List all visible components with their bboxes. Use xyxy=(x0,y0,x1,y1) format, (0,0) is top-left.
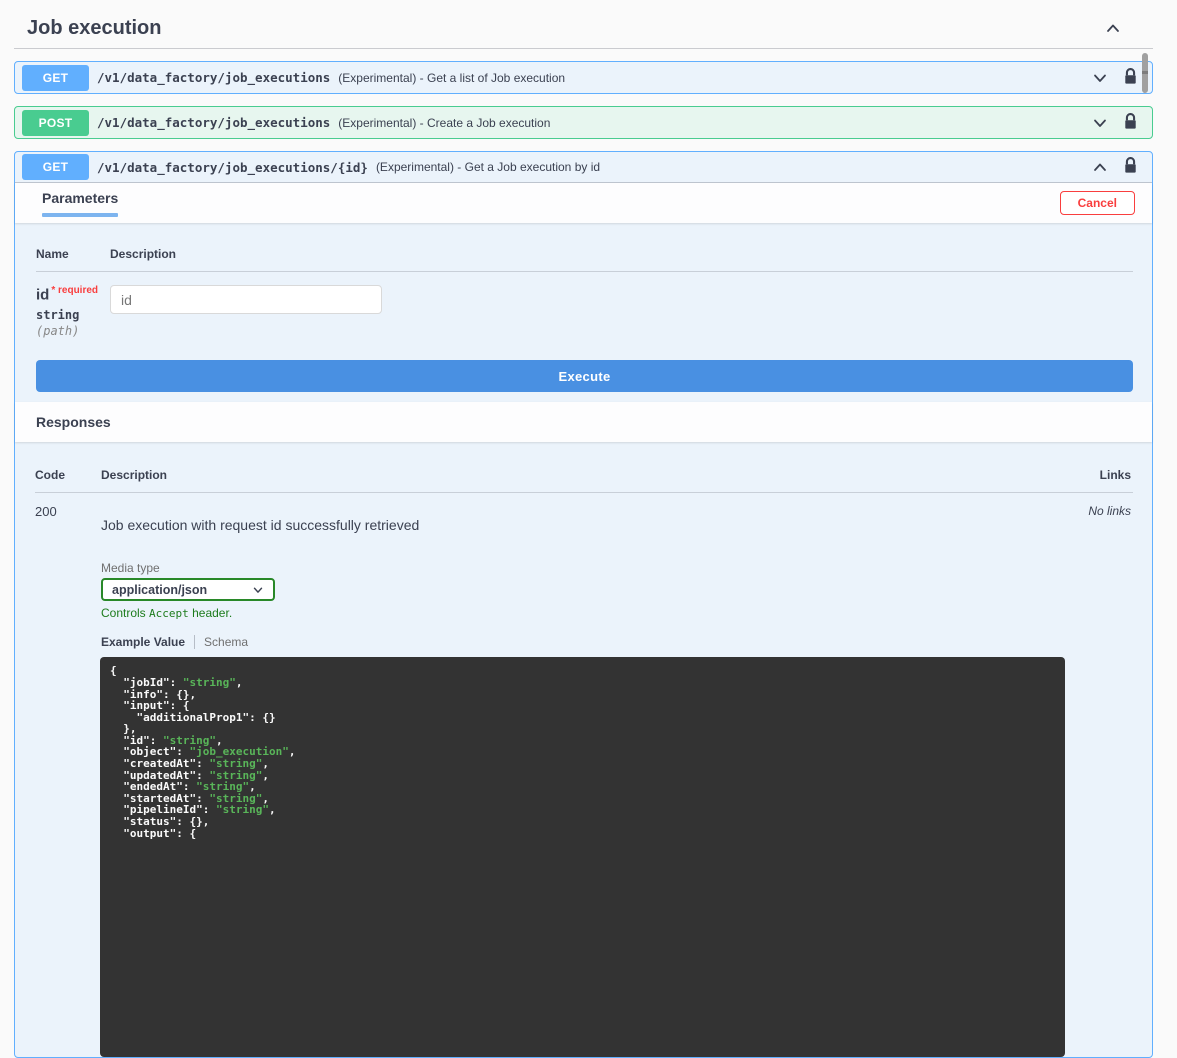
operation-description: (Experimental) - Get a Job execution by … xyxy=(376,160,1078,174)
opblock-get-by-id: GET /v1/data_factory/job_executions/{id}… xyxy=(14,151,1153,1058)
tag-header[interactable]: Job execution xyxy=(14,0,1153,49)
authorize-button[interactable] xyxy=(1122,111,1139,135)
media-type-select[interactable]: application/json xyxy=(101,578,275,601)
chevron-up-icon xyxy=(1090,157,1110,177)
media-type-label: Media type xyxy=(101,561,1073,575)
authorize-button[interactable] xyxy=(1122,155,1139,179)
operation-description: (Experimental) - Create a Job execution xyxy=(338,116,1078,130)
authorize-button[interactable] xyxy=(1122,66,1139,90)
active-tab-underline xyxy=(42,213,118,217)
name-column-header: Name xyxy=(36,247,110,261)
model-example-tabs: Example Value Schema xyxy=(101,635,1073,649)
responses-title: Responses xyxy=(36,414,111,430)
tab-schema[interactable]: Schema xyxy=(204,635,248,649)
expand-operation-button[interactable] xyxy=(1088,66,1112,90)
chevron-down-icon xyxy=(1090,113,1110,133)
chevron-up-icon xyxy=(1103,18,1123,38)
opblock-get-list: GET /v1/data_factory/job_executions (Exp… xyxy=(14,61,1153,94)
lock-icon xyxy=(1124,157,1137,177)
tab-example-value[interactable]: Example Value xyxy=(101,635,185,649)
responses-table: Code Description Links 200 Job execution… xyxy=(15,442,1152,1057)
responses-section-header: Responses xyxy=(15,402,1152,442)
execute-button[interactable]: Execute xyxy=(36,360,1133,392)
example-code: { "jobId": "string", "info": {}, "input"… xyxy=(100,657,1065,1057)
parameters-table: Name Description id* required string (pa… xyxy=(15,223,1152,360)
lock-icon xyxy=(1124,113,1137,133)
description-column-header: Description xyxy=(110,247,176,261)
parameter-type: string xyxy=(36,308,110,322)
method-badge: GET xyxy=(22,65,89,91)
response-description: Job execution with request id successful… xyxy=(101,517,1073,533)
collapse-section-button[interactable] xyxy=(1101,16,1125,40)
operation-description: (Experimental) - Get a list of Job execu… xyxy=(338,71,1078,85)
operation-path: /v1/data_factory/job_executions xyxy=(97,70,330,85)
parameter-row: id* required string (path) xyxy=(36,272,1133,360)
collapse-operation-button[interactable] xyxy=(1088,155,1112,179)
expand-operation-button[interactable] xyxy=(1088,111,1112,135)
operation-path: /v1/data_factory/job_executions/{id} xyxy=(97,160,368,175)
response-links: No links xyxy=(1073,504,1133,1057)
accept-header-hint: Controls Accept header. xyxy=(101,606,1073,620)
page-title: Job execution xyxy=(27,17,161,40)
response-code: 200 xyxy=(35,504,101,1057)
tab-divider xyxy=(194,635,195,649)
required-marker: * required xyxy=(51,285,98,296)
opblock-summary-post-create[interactable]: POST /v1/data_factory/job_executions (Ex… xyxy=(15,107,1152,138)
operation-path: /v1/data_factory/job_executions xyxy=(97,115,330,130)
id-parameter-input[interactable] xyxy=(110,285,382,314)
code-column-header: Code xyxy=(35,468,101,482)
lock-icon xyxy=(1124,68,1137,88)
links-column-header: Links xyxy=(1073,468,1133,482)
opblock-post-create: POST /v1/data_factory/job_executions (Ex… xyxy=(14,106,1153,139)
description-column-header: Description xyxy=(101,468,1073,482)
parameter-location: (path) xyxy=(36,324,110,338)
method-badge: POST xyxy=(22,110,89,136)
method-badge: GET xyxy=(22,154,89,180)
tab-parameters[interactable]: Parameters xyxy=(42,190,118,217)
parameter-name: id xyxy=(36,286,49,303)
scrollbar-thumb[interactable] xyxy=(1142,53,1148,93)
chevron-down-icon xyxy=(1090,68,1110,88)
cancel-button[interactable]: Cancel xyxy=(1060,191,1135,215)
response-row-200: 200 Job execution with request id succes… xyxy=(35,493,1133,1057)
parameters-section-header: Parameters Cancel xyxy=(15,183,1152,223)
opblock-summary-get-list[interactable]: GET /v1/data_factory/job_executions (Exp… xyxy=(15,62,1152,93)
swagger-tag-section: Job execution GET /v1/data_factory/job_e… xyxy=(14,0,1153,1058)
opblock-summary-get-by-id[interactable]: GET /v1/data_factory/job_executions/{id}… xyxy=(15,152,1152,183)
accept-code: Accept xyxy=(149,607,189,620)
